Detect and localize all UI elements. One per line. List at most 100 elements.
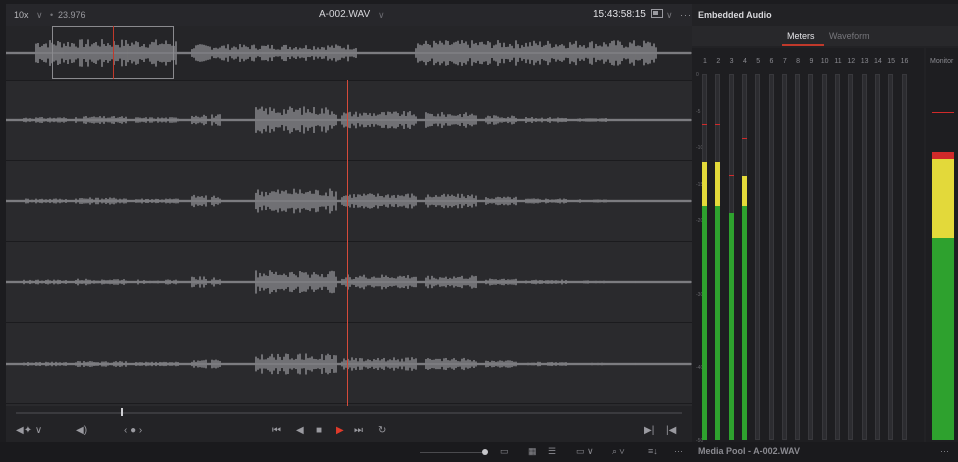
frame-nav-buttons[interactable]: ‹ ● › (124, 425, 142, 436)
timecode-display[interactable]: 15:43:58:15 (593, 9, 646, 20)
play-reverse-button[interactable]: ◀ (296, 425, 304, 436)
channel-waveform (6, 270, 692, 294)
channel-meter-bar (901, 74, 907, 440)
mark-out-button[interactable]: |◀ (666, 425, 676, 436)
playhead-line[interactable] (347, 80, 348, 406)
channel-meter-bar (781, 74, 787, 440)
meter-channel-number: 15 (887, 58, 896, 65)
chevron-down-icon[interactable]: ∨ (666, 10, 673, 21)
meter-channel-number: 11 (834, 58, 842, 65)
meter-scale-label: 0 (696, 72, 699, 78)
chevron-down-icon[interactable]: ∨ (378, 10, 385, 21)
media-pool-header: ▭ ▦ ☰ ▭ ∨ ⌕ ∨ ≡↓ ··· Media Pool - A-002.… (0, 442, 958, 462)
meter-channel-number: 3 (729, 58, 734, 65)
more-options-icon[interactable]: ··· (680, 10, 692, 20)
panel-tabs: Meters Waveform (692, 26, 958, 46)
channel-waveform (6, 188, 692, 214)
monitor-icon[interactable] (651, 9, 663, 21)
meter-scale-label: -5 (696, 108, 701, 115)
meter-peak-hold (715, 123, 721, 125)
go-to-end-button[interactable]: ⏭ (354, 425, 363, 436)
search-icon[interactable]: ⌕ ∨ (612, 446, 625, 457)
meter-level-green (741, 205, 747, 440)
meter-channel-number: 7 (782, 58, 787, 65)
scrub-bar[interactable] (16, 412, 682, 414)
meter-level-green (702, 205, 707, 440)
channel-meter-bar (821, 74, 827, 440)
meter-channel-number: 9 (809, 58, 814, 65)
tab-meters[interactable]: Meters (787, 31, 815, 41)
embedded-audio-panel: Embedded Audio Meters Waveform 0 -5 -10 -15… (692, 4, 958, 444)
play-button[interactable]: ▶ (336, 425, 344, 436)
tab-waveform[interactable]: Waveform (829, 31, 870, 41)
stop-button[interactable]: ■ (316, 425, 322, 436)
channel-waveform (6, 106, 692, 134)
meter-peak-hold (728, 175, 734, 177)
meter-peak-hold (702, 123, 707, 125)
channel-meter-bar (861, 74, 867, 440)
app-window: 10x ∨ • 23.976 A-002.WAV ∨ 15:43:58:15 ∨… (0, 0, 958, 462)
meter-level-yellow (715, 161, 721, 206)
overview-playhead (113, 26, 114, 79)
clip-view-dropdown-icon[interactable]: ▭ ∨ (576, 446, 594, 457)
viewer-header: 10x ∨ • 23.976 A-002.WAV ∨ 15:43:58:15 ∨… (6, 4, 692, 27)
meter-channel-number: 14 (873, 58, 882, 65)
scrub-handle[interactable] (121, 408, 123, 416)
mark-in-button[interactable]: ▶| (644, 425, 654, 436)
zoom-dropdown[interactable]: 10x (14, 10, 29, 20)
meter-channel-number: 13 (860, 58, 869, 65)
channel-meter-bar (888, 74, 894, 440)
audio-channel-lane (6, 242, 692, 323)
thumbnail-size-slider[interactable] (420, 452, 482, 453)
slider-handle[interactable] (482, 449, 488, 455)
channel-meter-bar (768, 74, 774, 440)
meter-level-yellow (741, 176, 747, 206)
meter-channel-number: 6 (769, 58, 774, 65)
meter-channel-number: 8 (796, 58, 801, 65)
monitor-meter: Monitor (926, 48, 958, 442)
media-pool-title: Media Pool - A-002.WAV (698, 446, 801, 456)
meter-channel-number: 5 (756, 58, 761, 65)
framerate-dot-icon: • (50, 10, 54, 20)
meter-channel-number: 4 (742, 58, 747, 65)
channel-meter-bar (835, 74, 840, 440)
thumbnail-view-icon[interactable]: ▦ (528, 446, 537, 457)
loop-button[interactable]: ↻ (378, 425, 386, 436)
audio-waveform-viewer[interactable] (5, 26, 692, 406)
monitor-label: Monitor (930, 58, 954, 65)
meter-channel-number: 10 (820, 58, 829, 65)
sort-icon[interactable]: ≡↓ (648, 446, 658, 456)
more-options-icon[interactable]: ··· (940, 446, 949, 456)
filmstrip-view-icon[interactable]: ▭ (500, 446, 509, 457)
meter-level-green (728, 213, 734, 440)
waveform-overview[interactable] (5, 26, 692, 81)
monitor-level-yellow (932, 159, 954, 238)
transport-bar: ◀✦ ∨ ◀) ‹ ● › ⏮ ◀ ■ ▶ ⏭ ↻ ▶| |◀ (6, 406, 692, 442)
clip-name[interactable]: A-002.WAV (319, 9, 370, 20)
panel-title: Embedded Audio (698, 10, 772, 20)
channel-meter-bar (795, 74, 801, 440)
channel-meter-bar (874, 74, 880, 440)
go-to-start-button[interactable]: ⏮ (272, 425, 281, 436)
more-options-icon[interactable]: ··· (674, 446, 683, 456)
framerate-label: 23.976 (58, 10, 86, 20)
meter-level-green (715, 205, 721, 440)
volume-icon[interactable]: ◀) (76, 425, 87, 436)
monitor-peak-hold (932, 112, 954, 113)
meter-peak-hold (741, 138, 747, 140)
channel-waveform (6, 353, 692, 375)
audio-channel-lane (6, 161, 692, 242)
active-tab-indicator (782, 44, 824, 46)
meter-channel-number: 12 (847, 58, 856, 65)
meter-channel-number: 2 (716, 58, 721, 65)
channel-meter-bar (848, 74, 854, 440)
channel-meter-bar (808, 74, 814, 440)
audio-channel-lane (6, 323, 692, 404)
meter-level-yellow (702, 161, 707, 206)
audio-track-dropdown[interactable]: ◀✦ ∨ (16, 425, 42, 436)
channel-meter-bar (755, 74, 761, 440)
list-view-icon[interactable]: ☰ (548, 446, 556, 457)
meter-channel-number: 1 (703, 58, 707, 65)
chevron-down-icon[interactable]: ∨ (36, 10, 43, 21)
audio-meters: 0 -5 -10 -15 -20 -30 -40 -50 1 2 3 4 5 6 7 8 9 10 11 12 13 14… (692, 48, 924, 444)
